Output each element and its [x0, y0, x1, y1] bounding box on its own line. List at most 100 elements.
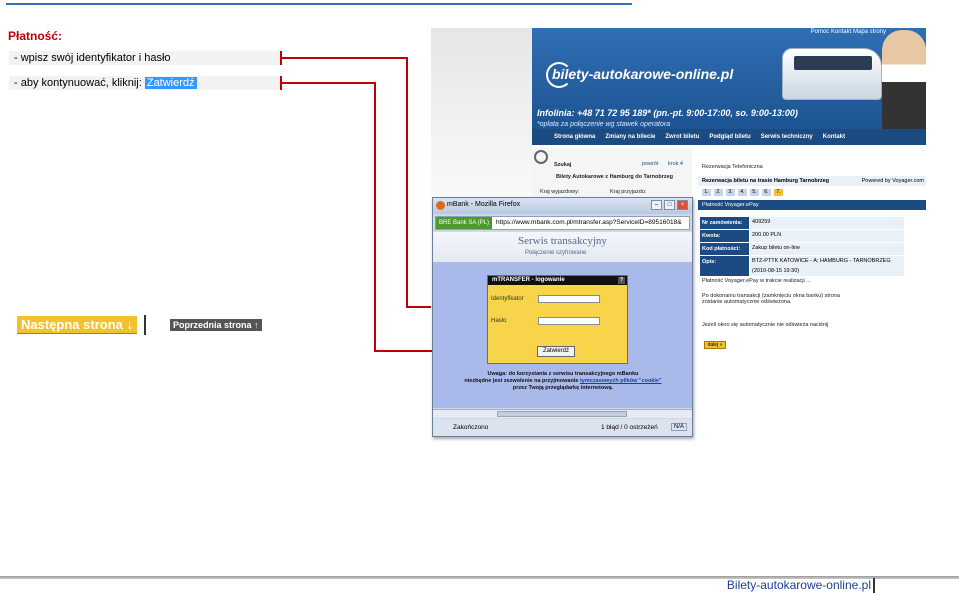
arrow-segment — [406, 57, 408, 308]
pay-header: Płatność Voyager.ePay — [698, 200, 926, 210]
table-row: Opis: BTZ-PTTK KATOWICE - A; HAMBURG - T… — [700, 256, 904, 276]
powered-text: Powered by Voyager.com — [861, 178, 924, 184]
panel-step: 1. — [702, 189, 711, 196]
refresh-hint: Jeżeli okno się automatycznie nie odświe… — [702, 322, 829, 328]
site-topnav: Pomoc Kontakt Mapa strony — [810, 29, 886, 35]
note-line-3: przez Twoją przeglądarkę internetową. — [512, 385, 614, 391]
banner-subtitle: Połączenie szyfrowane — [525, 250, 587, 256]
menu-item-changes[interactable]: Zmiany na bilecie — [605, 134, 655, 140]
maximize-icon[interactable]: □ — [664, 200, 675, 210]
browser-title: mBank - Mozilla Firefox — [447, 201, 521, 208]
note-line-2: niezbędne jest zezwolenie na przyjmowani… — [464, 378, 580, 384]
site-infolinia: Infolinia: +48 71 72 95 189* (pn.-pt. 9:… — [537, 108, 798, 128]
login-title: mTRANSFER - logowanie — [492, 277, 565, 283]
scrollbar-thumb[interactable] — [497, 411, 627, 417]
row-value: BTZ-PTTK KATOWICE - A; HAMBURG - TARNOBR… — [750, 256, 904, 276]
site-logo: bilety-autokarowe-online.pl — [552, 66, 734, 82]
panel-title: Rezerwacja Telefoniczna — [702, 164, 763, 170]
step-click-confirm: - aby kontynuować, kliknij: Zatwierdź — [9, 76, 281, 90]
panel-steps: 1. 2. 3. 4. 5. 6. 7. — [702, 189, 783, 196]
arrow-segment — [282, 82, 376, 84]
login-header: mTRANSFER - logowanie ? — [488, 276, 627, 285]
search-label: Szukaj — [554, 162, 572, 168]
route-text: Rezerwacja biletu na trasie Hamburg Tarn… — [702, 178, 830, 184]
row-value: Zakup biletu on-line — [750, 243, 904, 255]
cookie-link[interactable]: tymczasowych plików "cookie" — [580, 378, 662, 384]
to-label: Kraj przyjazdu: — [610, 189, 647, 195]
panel-step: 4. — [738, 189, 747, 196]
search-icon — [534, 150, 548, 164]
footer-separator — [873, 578, 875, 593]
nav-separator — [144, 315, 146, 335]
panel-step: 6. — [762, 189, 771, 196]
reservation-panel: Rezerwacja Telefoniczna Rezerwacja bilet… — [698, 160, 926, 349]
password-label: Hasło — [491, 318, 507, 324]
close-icon[interactable]: × — [677, 200, 688, 210]
row-value: 200.00 PLN — [750, 230, 904, 242]
cookie-note: Uwaga: do korzystania z serwisu transakc… — [453, 371, 673, 392]
status-bar: Zakończono 1 błąd / 0 ostrzeżeń N/A — [433, 419, 692, 436]
banner-title: Serwis transakcyjny — [518, 235, 607, 247]
login-box: mTRANSFER - logowanie ? Identyfikator Ha… — [487, 275, 628, 364]
note-line-1: Uwaga: do korzystania z serwisu transakc… — [487, 371, 639, 377]
help-icon[interactable]: ? — [618, 277, 625, 284]
submit-button[interactable]: Zatwierdź — [537, 346, 575, 357]
order-table: Nr zamówienia: 409259 Kwota: 200.00 PLN … — [700, 217, 904, 277]
url-text[interactable]: https://www.mbank.com.pl/mtransfer.asp?S… — [496, 219, 682, 226]
from-label: Kraj wyjazdowy: — [540, 189, 580, 195]
row-key: Nr zamówienia: — [700, 217, 749, 229]
step-indicator: krok 4 — [668, 161, 683, 167]
panel-step: 5. — [750, 189, 759, 196]
site-menu: Strona główna Zmiany na bilecie Zwrot bi… — [532, 129, 926, 145]
hostess-image — [882, 30, 926, 145]
menu-item-refund[interactable]: Zwrot biletu — [665, 134, 699, 140]
window-controls: – □ × — [651, 200, 688, 210]
firefox-icon — [436, 201, 445, 210]
bus-window — [794, 56, 872, 70]
site-left-background — [431, 28, 532, 198]
site-header: Pomoc Kontakt Mapa strony bilety-autokar… — [532, 28, 926, 145]
status-left: Zakończono — [453, 424, 489, 431]
browser-window: mBank - Mozilla Firefox – □ × BRE Bank S… — [432, 197, 693, 437]
minimize-icon[interactable]: – — [651, 200, 662, 210]
row-key: Kod płatności: — [700, 243, 749, 255]
table-row: Nr zamówienia: 409259 — [700, 217, 904, 229]
panel-step: 2. — [714, 189, 723, 196]
panel-step: 3. — [726, 189, 735, 196]
site-identity[interactable]: BRE Bank SA (PL) — [436, 217, 493, 229]
id-label: Identyfikator — [491, 296, 524, 302]
prev-page-button[interactable]: Poprzednia strona ↑ — [170, 319, 262, 331]
step-text: - wpisz swój identyfikator i hasło — [14, 52, 171, 64]
step-enter-credentials: - wpisz swój identyfikator i hasło — [9, 51, 281, 65]
horizontal-scrollbar[interactable] — [433, 409, 692, 418]
menu-item-home[interactable]: Strona główna — [554, 134, 595, 140]
id-input[interactable] — [538, 295, 600, 303]
step-text: - aby kontynuować, kliknij: — [14, 77, 145, 89]
next-button[interactable]: dalej » — [704, 341, 726, 349]
browser-titlebar: mBank - Mozilla Firefox – □ × — [433, 198, 692, 214]
route-bar: Rezerwacja biletu na trasie Hamburg Tarn… — [698, 176, 926, 186]
menu-item-tech[interactable]: Serwis techniczny — [761, 134, 813, 140]
pay-info: Po dokonaniu transakcji (zamknięciu okna… — [702, 293, 840, 305]
status-na: N/A — [671, 423, 688, 431]
back-link[interactable]: powrót — [642, 161, 659, 167]
bank-banner: Serwis transakcyjny Połączenie szyfrowan… — [433, 232, 692, 262]
row-value: 409259 — [750, 217, 904, 229]
top-rule — [6, 3, 632, 5]
confirm-highlight: Zatwierdź — [144, 77, 197, 89]
row-key: Opis: — [700, 256, 749, 276]
menu-item-preview[interactable]: Podgląd biletu — [709, 134, 750, 140]
table-row: Kwota: 200.00 PLN — [700, 230, 904, 242]
footer-brand[interactable]: Bilety-autokarowe-online.pl — [727, 578, 871, 592]
pay-status: Płatność Voyager.ePay w trakcie realizac… — [702, 278, 811, 284]
row-key: Kwota: — [700, 230, 749, 242]
browser-content: Serwis transakcyjny Połączenie szyfrowan… — [433, 232, 692, 408]
password-input[interactable] — [538, 317, 600, 325]
arrow-segment — [282, 57, 408, 59]
infolinia-note: *opłata za połączenie wg stawek operator… — [537, 121, 671, 128]
infolinia-text: Infolinia: +48 71 72 95 189* (pn.-pt. 9:… — [537, 108, 798, 118]
menu-item-contact[interactable]: Kontakt — [823, 134, 845, 140]
next-page-button[interactable]: Następna strona ↓ — [17, 316, 137, 334]
address-bar[interactable]: BRE Bank SA (PL) https://www.mbank.com.p… — [435, 216, 690, 230]
status-errors[interactable]: 1 błąd / 0 ostrzeżeń — [601, 424, 658, 431]
